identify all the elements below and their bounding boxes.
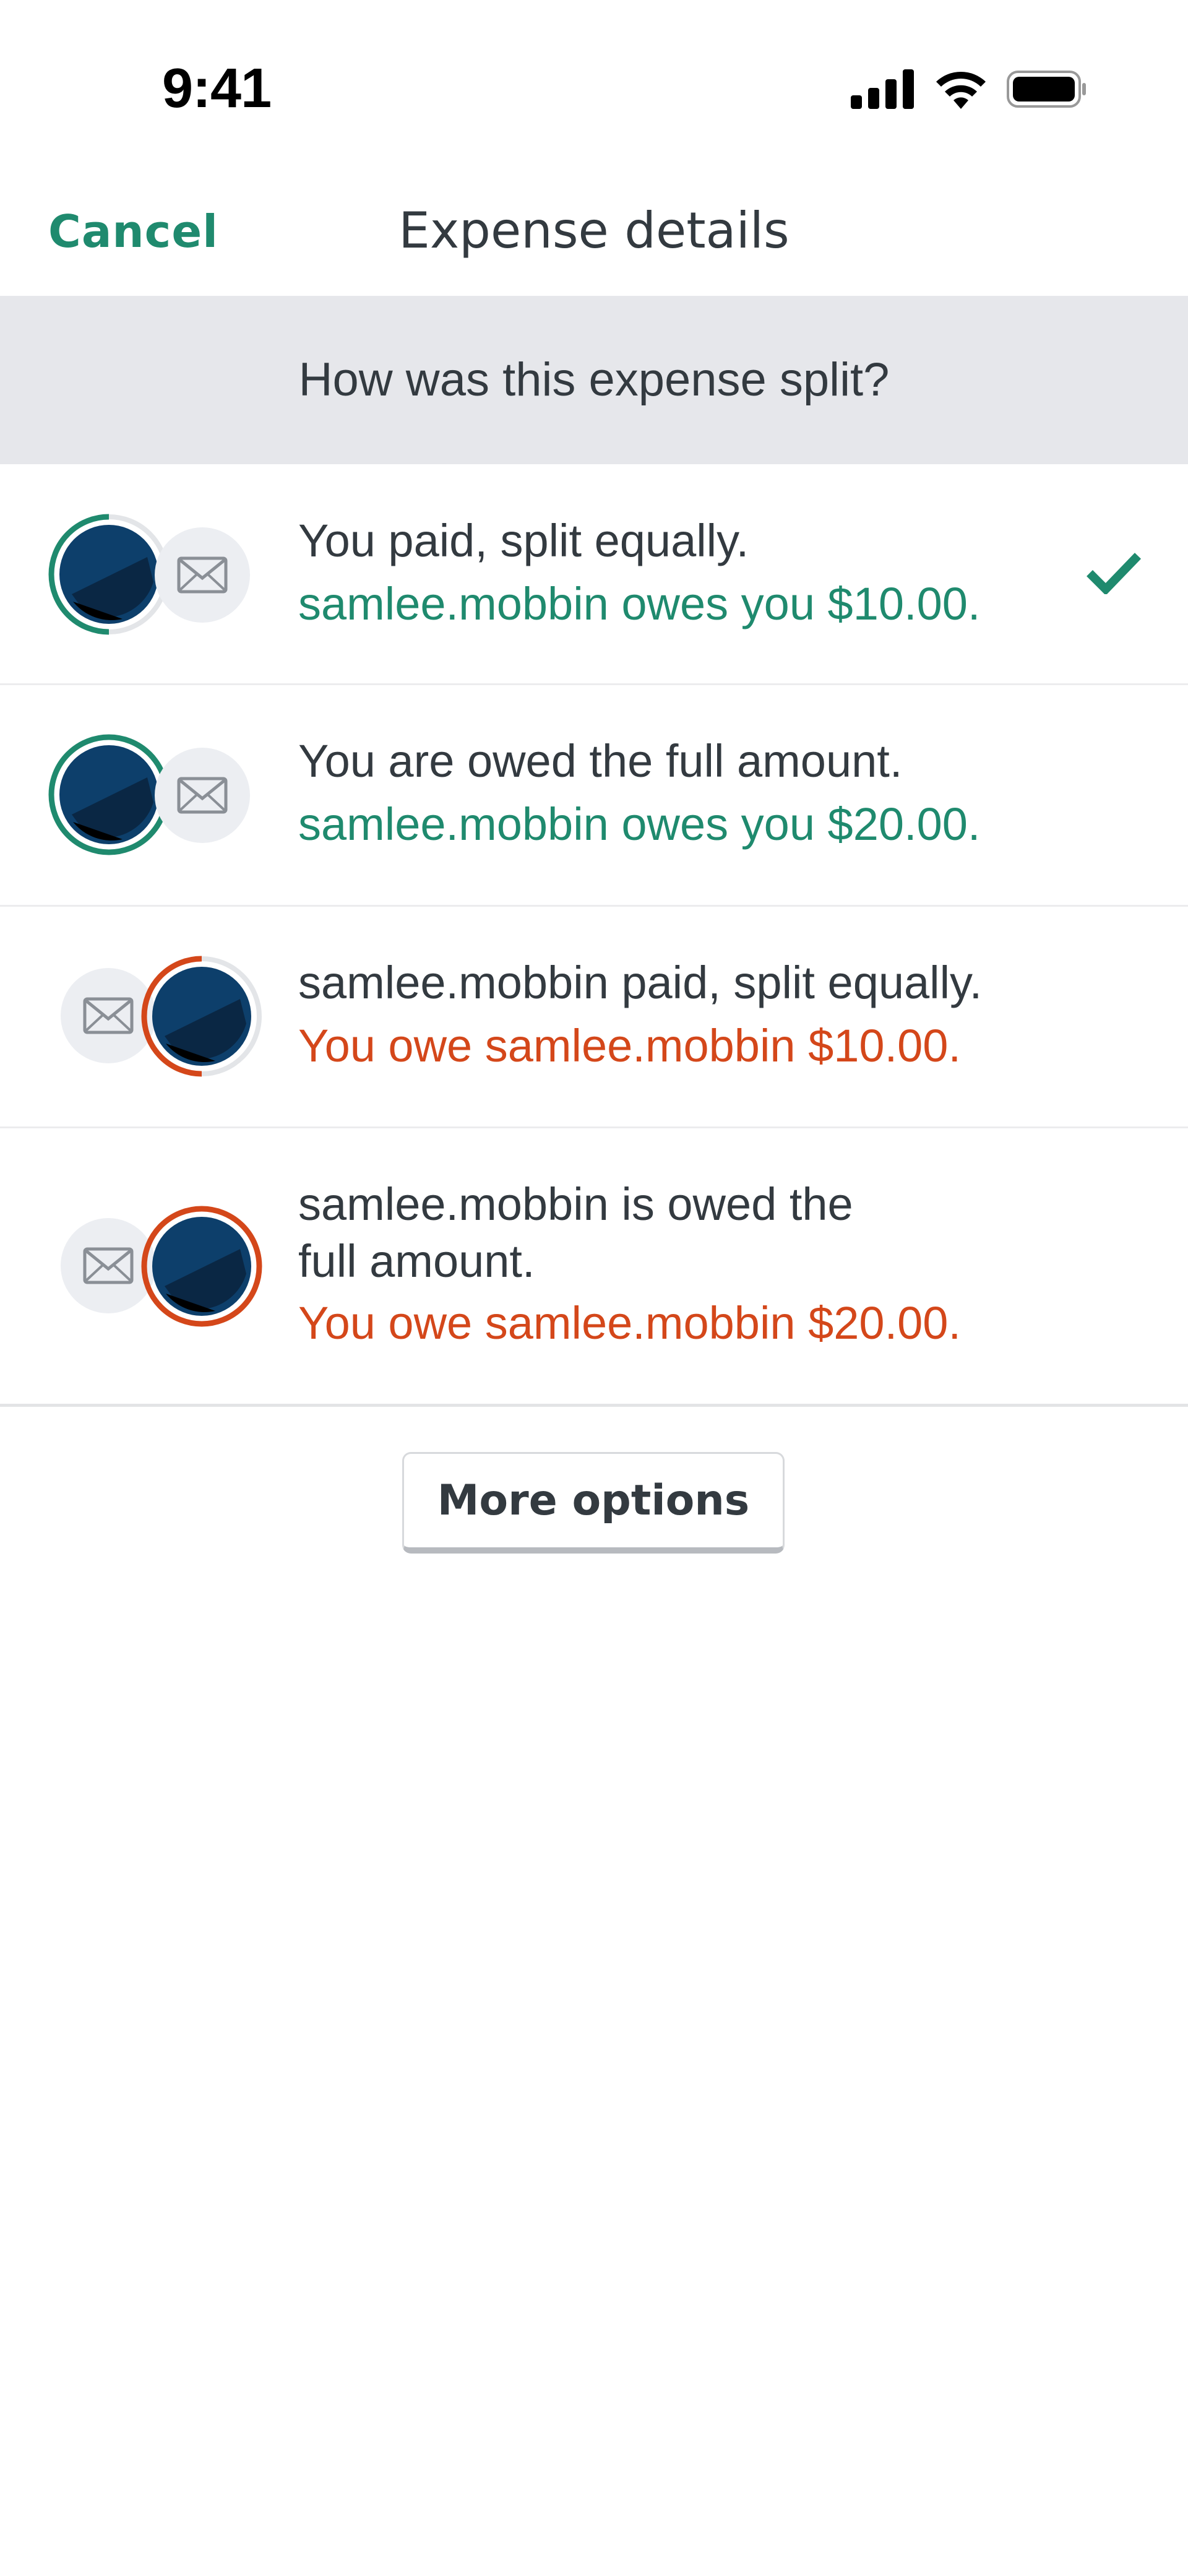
invitee-avatar (155, 748, 250, 843)
split-question-header: How was this expense split? (0, 296, 1188, 464)
mail-icon (177, 556, 228, 594)
split-option-you-owed-full[interactable]: You are owed the full amount. samlee.mob… (0, 685, 1188, 907)
option-title: You are owed the full amount. (298, 735, 903, 787)
split-option-they-owed-full[interactable]: samlee.mobbin is owed the full amount. Y… (0, 1128, 1188, 1404)
split-question-label: How was this expense split? (298, 353, 890, 406)
option-title: samlee.mobbin paid, split equally. (298, 957, 983, 1008)
option-title-line-2: full amount. (298, 1235, 535, 1287)
more-options-button[interactable]: More options (402, 1452, 785, 1554)
page-title: Expense details (398, 202, 790, 259)
avatar-you (48, 734, 170, 855)
list-bottom-divider (0, 1404, 1188, 1407)
status-bar: 9:41 (0, 0, 1188, 173)
split-option-you-paid-equally[interactable]: You paid, split equally. samlee.mobbin o… (0, 464, 1188, 685)
expense-details-screen: 9:41 Cancel Expense details How was this… (0, 0, 1188, 2576)
mail-icon (177, 777, 228, 814)
option-detail: samlee.mobbin owes you $20.00. (298, 798, 981, 850)
option-detail: You owe samlee.mobbin $20.00. (298, 1297, 962, 1349)
avatar-you (48, 514, 170, 635)
checkmark-icon (1087, 553, 1142, 594)
option-detail: samlee.mobbin owes you $10.00. (298, 578, 981, 629)
avatar-samlee (141, 956, 262, 1077)
option-title-line-1: samlee.mobbin is owed the (298, 1178, 853, 1230)
option-detail: You owe samlee.mobbin $10.00. (298, 1020, 962, 1071)
avatar-samlee (141, 1206, 262, 1327)
mail-icon (83, 997, 134, 1034)
battery-icon (1007, 71, 1086, 108)
mail-icon (83, 1247, 134, 1284)
option-title: You paid, split equally. (298, 515, 749, 566)
split-option-they-paid-equally[interactable]: samlee.mobbin paid, split equally. You o… (0, 906, 1188, 1128)
nav-header: Cancel Expense details (0, 173, 1188, 296)
invitee-avatar (155, 527, 250, 623)
wifi-icon (936, 72, 986, 109)
cellular-signal-icon (851, 69, 914, 109)
status-icons (851, 67, 1086, 110)
status-time: 9:41 (162, 58, 272, 119)
